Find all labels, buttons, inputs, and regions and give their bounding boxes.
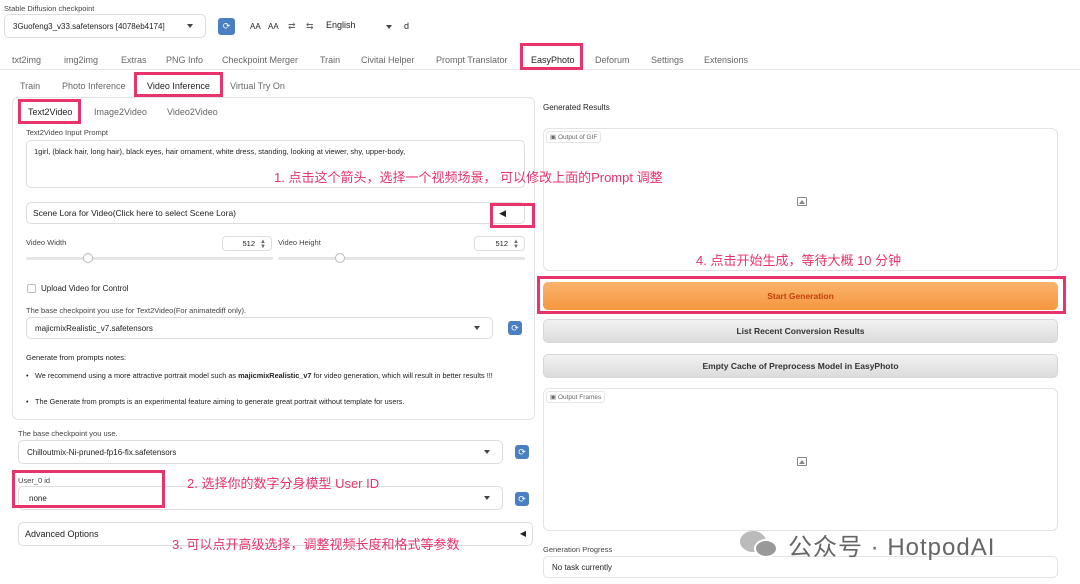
notes-item-1-pre: We recommend using a more attractive por…	[35, 371, 239, 380]
text2video-ckpt-select[interactable]: majicmixRealistic_v7.safetensors	[26, 317, 493, 339]
video-width-label: Video Width	[26, 238, 67, 247]
language-select[interactable]: English	[326, 20, 394, 34]
font-size-large-icon[interactable]: AA	[268, 22, 279, 31]
watermark-text: 公众号 · HotpodAI	[788, 534, 996, 561]
base-ckpt-select[interactable]: Chilloutmix-Ni-pruned-fp16-fix.safetenso…	[18, 440, 503, 464]
translate-icon[interactable]: ⇆	[306, 21, 314, 32]
language-value: English	[326, 20, 356, 30]
tab-deforum[interactable]: Deforum	[595, 55, 630, 65]
checkpoint-value: 3Guofeng3_v33.safetensors [4078eb4174]	[13, 21, 165, 31]
frames-output-label: ▣ Output Frames	[546, 391, 606, 403]
video-height-label: Video Height	[278, 238, 321, 247]
toolbar-extra[interactable]: d	[404, 21, 409, 31]
video-width-input[interactable]: 512 ▲ ▼	[222, 236, 272, 251]
highlight-scene-arrow	[490, 203, 535, 228]
slider-knob[interactable]	[334, 253, 345, 263]
tab-extensions[interactable]: Extensions	[704, 55, 748, 65]
generated-results-label: Generated Results	[543, 103, 610, 112]
swap-icon[interactable]: ⇄	[288, 21, 296, 32]
tab-png-info[interactable]: PNG Info	[166, 55, 203, 65]
video-width-value: 512	[242, 239, 255, 248]
upload-video-label: Upload Video for Control	[41, 284, 129, 293]
list-recent-button[interactable]: List Recent Conversion Results	[543, 319, 1058, 343]
highlight-text2video-tab	[18, 99, 81, 124]
annotation-4: 4. 点击开始生成，等待大概 10 分钟	[696, 253, 902, 268]
progress-label: Generation Progress	[543, 545, 613, 554]
notes-item-1: • We recommend using a more attractive p…	[26, 371, 493, 380]
tab-txt2img[interactable]: txt2img	[12, 55, 41, 65]
tab-extras[interactable]: Extras	[121, 55, 147, 65]
modetab-video2video[interactable]: Video2Video	[167, 107, 218, 117]
video-height-slider[interactable]	[278, 253, 525, 263]
annotation-2: 2. 选择你的数字分身模型 User ID	[187, 476, 380, 491]
video-height-input[interactable]: 512 ▲ ▼	[474, 236, 525, 251]
progress-value: No task currently	[552, 562, 613, 572]
empty-cache-button[interactable]: Empty Cache of Preprocess Model in EasyP…	[543, 354, 1058, 378]
base-ckpt-label: The base checkpoint you use.	[18, 429, 118, 438]
notes-item-2-text: The Generate from prompts is an experime…	[35, 397, 405, 406]
checkpoint-select[interactable]: 3Guofeng3_v33.safetensors [4078eb4174]	[4, 14, 206, 38]
refresh-checkpoint-icon[interactable]: ⟳	[218, 18, 235, 35]
subtab-virtual-try-on[interactable]: Virtual Try On	[230, 81, 285, 91]
wechat-icon	[740, 530, 780, 559]
stepper-icon[interactable]: ▲ ▼	[260, 239, 266, 250]
notes-item-1-bold: majicmixRealistic_v7	[238, 371, 312, 380]
annotation-1: 1. 点击这个箭头，选择一个视频场景， 可以修改上面的Prompt 调整	[274, 170, 663, 185]
checkpoint-label: Stable Diffusion checkpoint	[4, 4, 95, 13]
refresh-icon[interactable]: ⟳	[508, 321, 522, 335]
gif-output-label: ▣ Output of GIF	[546, 131, 602, 143]
scene-lora-label: Scene Lora for Video(Click here to selec…	[33, 208, 237, 218]
tab-settings[interactable]: Settings	[651, 55, 684, 65]
scene-lora-accordion[interactable]: Scene Lora for Video(Click here to selec…	[26, 202, 525, 224]
chevron-down-icon	[474, 326, 480, 330]
base-ckpt-value: Chilloutmix-Ni-pruned-fp16-fix.safetenso…	[27, 447, 177, 457]
annotation-3: 3. 可以点开高级选择，调整视频长度和格式等参数	[172, 537, 460, 552]
text2video-ckpt-label: The base checkpoint you use for Text2Vid…	[26, 306, 247, 315]
font-size-small-icon[interactable]: AA	[250, 22, 261, 31]
advanced-arrow-icon[interactable]: ◀	[520, 529, 526, 538]
highlight-video-inference-tab	[134, 72, 223, 97]
subtab-train[interactable]: Train	[20, 81, 40, 91]
chevron-down-icon	[484, 450, 490, 454]
watermark: 公众号 · HotpodAI	[740, 527, 995, 562]
frames-output: ▣ Output Frames	[543, 388, 1058, 531]
tab-checkpoint-merger[interactable]: Checkpoint Merger	[222, 55, 298, 65]
subtab-photo-inference[interactable]: Photo Inference	[62, 81, 126, 91]
highlight-easyphoto-tab	[520, 43, 583, 70]
slider-knob[interactable]	[82, 253, 93, 263]
refresh-icon[interactable]: ⟳	[515, 445, 529, 459]
video-width-slider[interactable]	[26, 253, 273, 263]
notes-item-2: • The Generate from prompts is an experi…	[26, 397, 516, 406]
chevron-down-icon	[386, 25, 392, 29]
stepper-icon[interactable]: ▲ ▼	[513, 239, 519, 250]
image-placeholder-icon	[797, 197, 807, 206]
prompt-value: 1girl, (black hair, long hair), black ey…	[34, 147, 406, 156]
notes-item-1-post: for video generation, which will result …	[311, 371, 493, 380]
chevron-down-icon	[484, 496, 490, 500]
advanced-options-label: Advanced Options	[25, 529, 99, 539]
highlight-user-id	[12, 470, 165, 508]
video-height-value: 512	[495, 239, 508, 248]
modetab-image2video[interactable]: Image2Video	[94, 107, 147, 117]
text2video-ckpt-value: majicmixRealistic_v7.safetensors	[35, 323, 153, 333]
tab-prompt-translator[interactable]: Prompt Translator	[436, 55, 508, 65]
chevron-down-icon	[187, 24, 193, 28]
prompt-label: Text2Video Input Prompt	[26, 128, 108, 137]
upload-video-checkbox[interactable]	[27, 284, 36, 293]
refresh-icon[interactable]: ⟳	[515, 492, 529, 506]
tab-img2img[interactable]: img2img	[64, 55, 98, 65]
tab-train[interactable]: Train	[320, 55, 340, 65]
highlight-start-button	[537, 276, 1066, 314]
notes-title: Generate from prompts notes:	[26, 353, 127, 362]
image-placeholder-icon	[797, 457, 807, 466]
tab-civitai-helper[interactable]: Civitai Helper	[361, 55, 415, 65]
